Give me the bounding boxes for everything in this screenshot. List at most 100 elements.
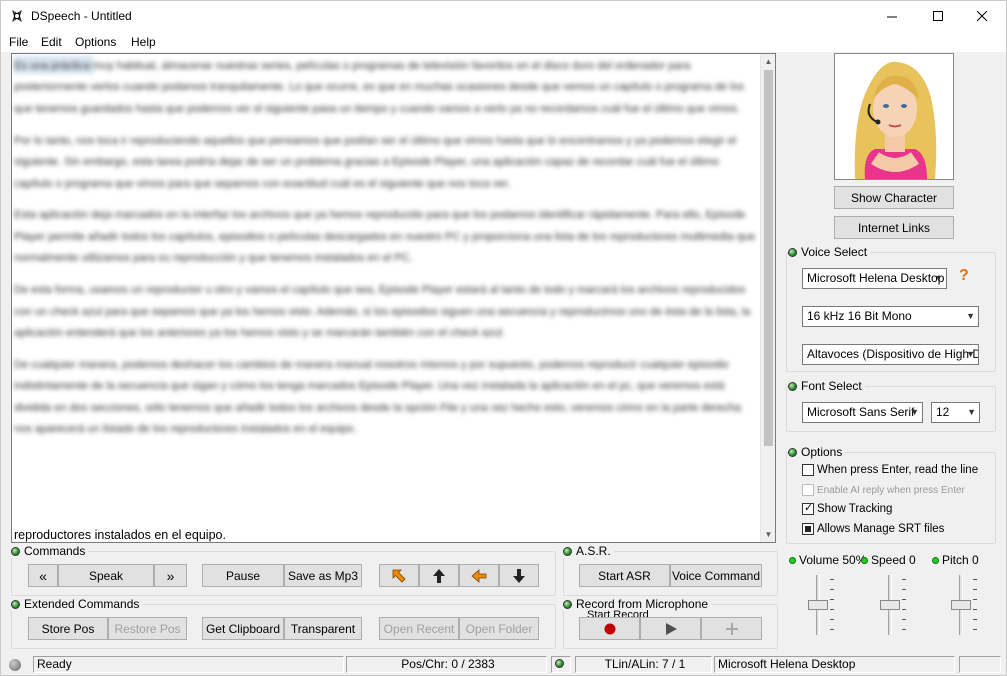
voice-select[interactable]: Microsoft Helena Desktop ▼ bbox=[802, 268, 947, 289]
speed-slider[interactable] bbox=[870, 575, 910, 635]
prev-button[interactable]: « bbox=[28, 564, 58, 587]
arrow-up-left-button[interactable] bbox=[379, 564, 419, 587]
opt-show-tracking-checkbox[interactable]: Show Tracking bbox=[802, 501, 892, 515]
title-bar: DSpeech - Untitled bbox=[1, 1, 1006, 32]
minimize-button[interactable] bbox=[869, 1, 915, 32]
font-name-select[interactable]: Microsoft Sans Serif ▼ bbox=[802, 402, 923, 423]
led-icon bbox=[788, 247, 797, 257]
voice-select-label: Voice Select bbox=[801, 245, 868, 259]
editor-scrollbar[interactable]: ▲ ▼ bbox=[760, 54, 775, 542]
window-title: DSpeech - Untitled bbox=[31, 9, 132, 23]
status-ready: Ready bbox=[33, 656, 344, 673]
chevron-down-icon: ▼ bbox=[967, 407, 976, 417]
plus-icon bbox=[725, 622, 738, 635]
font-size-select[interactable]: 12 ▼ bbox=[931, 402, 980, 423]
opt-ai-reply-label: Enable AI reply when press Enter bbox=[817, 484, 965, 496]
restore-pos-button[interactable]: Restore Pos bbox=[108, 617, 187, 640]
led-icon bbox=[563, 546, 572, 556]
character-portrait bbox=[834, 53, 954, 180]
slider-tick bbox=[902, 599, 906, 600]
volume-slider[interactable] bbox=[798, 575, 838, 635]
audio-format-value: 16 kHz 16 Bit Mono bbox=[807, 309, 912, 323]
led-icon bbox=[563, 599, 572, 609]
arrow-down-button[interactable] bbox=[499, 564, 539, 587]
editor-paragraph: Por lo tanto, nos toca ir reproduciendo … bbox=[14, 134, 737, 190]
scroll-down-icon[interactable]: ▼ bbox=[761, 527, 775, 542]
volume-label: Volume 50% bbox=[799, 553, 867, 567]
menu-file[interactable]: File bbox=[9, 35, 28, 49]
speed-header: Speed 0 bbox=[861, 553, 916, 567]
slider-tick bbox=[973, 619, 977, 620]
checkbox-box-checked bbox=[802, 501, 814, 515]
slider-tick bbox=[830, 589, 834, 590]
slider-tick bbox=[902, 609, 906, 610]
slider-tick bbox=[973, 609, 977, 610]
close-button[interactable] bbox=[959, 1, 1005, 32]
help-icon[interactable]: ? bbox=[959, 267, 969, 285]
scroll-thumb[interactable] bbox=[764, 70, 773, 446]
record-header: Record from Microphone bbox=[563, 597, 712, 611]
slider-thumb[interactable] bbox=[808, 600, 828, 610]
slider-tick bbox=[902, 579, 906, 580]
maximize-button[interactable] bbox=[915, 1, 961, 32]
store-pos-button[interactable]: Store Pos bbox=[28, 617, 108, 640]
menu-options[interactable]: Options bbox=[75, 35, 116, 49]
start-asr-button[interactable]: Start ASR bbox=[579, 564, 670, 587]
next-button[interactable]: » bbox=[154, 564, 187, 587]
checkbox-box bbox=[802, 484, 814, 496]
status-extra bbox=[959, 656, 1001, 673]
led-icon bbox=[555, 659, 564, 668]
slider-thumb[interactable] bbox=[880, 600, 900, 610]
slider-tick bbox=[902, 629, 906, 630]
chevron-down-icon: ▼ bbox=[910, 407, 919, 417]
status-indicator-icon bbox=[9, 659, 21, 671]
arrow-up-button[interactable] bbox=[419, 564, 459, 587]
arrow-left-button[interactable] bbox=[459, 564, 499, 587]
app-icon bbox=[12, 10, 22, 22]
voice-command-button[interactable]: Voice Command bbox=[670, 564, 762, 587]
chevron-down-icon: ▼ bbox=[966, 349, 975, 359]
open-recent-button[interactable]: Open Recent bbox=[379, 617, 459, 640]
led-icon bbox=[861, 556, 868, 564]
opt-srt-checkbox[interactable]: Allows Manage SRT files bbox=[802, 523, 944, 535]
record-button[interactable] bbox=[579, 617, 640, 640]
slider-thumb[interactable] bbox=[951, 600, 971, 610]
extended-commands-label: Extended Commands bbox=[24, 597, 140, 611]
font-size-value: 12 bbox=[936, 405, 950, 419]
open-folder-button[interactable]: Open Folder bbox=[459, 617, 539, 640]
slider-tick bbox=[830, 579, 834, 580]
editor-last-line: reproductores instalados en el equipo. bbox=[14, 528, 226, 542]
internet-links-button[interactable]: Internet Links bbox=[834, 216, 954, 239]
opt-srt-label: Allows Manage SRT files bbox=[817, 523, 945, 535]
led-icon bbox=[11, 599, 20, 609]
scroll-up-icon[interactable]: ▲ bbox=[761, 54, 775, 69]
pitch-slider[interactable] bbox=[941, 575, 981, 635]
menu-edit[interactable]: Edit bbox=[41, 35, 62, 49]
asr-header: A.S.R. bbox=[563, 544, 614, 558]
led-icon bbox=[788, 447, 797, 457]
pause-button[interactable]: Pause bbox=[202, 564, 284, 587]
add-button[interactable] bbox=[701, 617, 762, 640]
show-character-button[interactable]: Show Character bbox=[834, 186, 954, 209]
output-device-select[interactable]: Altavoces (Dispositivo de High D ▼ bbox=[802, 344, 979, 365]
arrow-up-left-icon bbox=[392, 569, 406, 583]
speak-button[interactable]: Speak bbox=[58, 564, 154, 587]
text-editor[interactable]: Es una práctica muy habitual, almacenar … bbox=[11, 53, 776, 543]
slider-tick bbox=[973, 589, 977, 590]
record-icon bbox=[604, 623, 615, 634]
opt-enter-read-checkbox[interactable]: When press Enter, read the line bbox=[802, 464, 978, 476]
menu-help[interactable]: Help bbox=[131, 35, 156, 49]
save-mp3-button[interactable]: Save as Mp3 bbox=[284, 564, 362, 587]
play-icon bbox=[665, 622, 677, 635]
editor-paragraph: De cualquier manera, podemos deshacer lo… bbox=[14, 358, 742, 436]
play-button[interactable] bbox=[640, 617, 701, 640]
opt-ai-reply-checkbox[interactable]: Enable AI reply when press Enter bbox=[802, 484, 965, 496]
status-lines: TLin/ALin: 7 / 1 bbox=[575, 656, 712, 673]
audio-format-select[interactable]: 16 kHz 16 Bit Mono ▼ bbox=[802, 306, 979, 327]
transparent-button[interactable]: Transparent bbox=[284, 617, 362, 640]
get-clipboard-button[interactable]: Get Clipboard bbox=[202, 617, 284, 640]
slider-tick bbox=[973, 599, 977, 600]
opt-enter-read-label: When press Enter, read the line bbox=[817, 464, 979, 476]
speed-label: Speed 0 bbox=[871, 553, 916, 567]
led-icon bbox=[932, 556, 939, 564]
